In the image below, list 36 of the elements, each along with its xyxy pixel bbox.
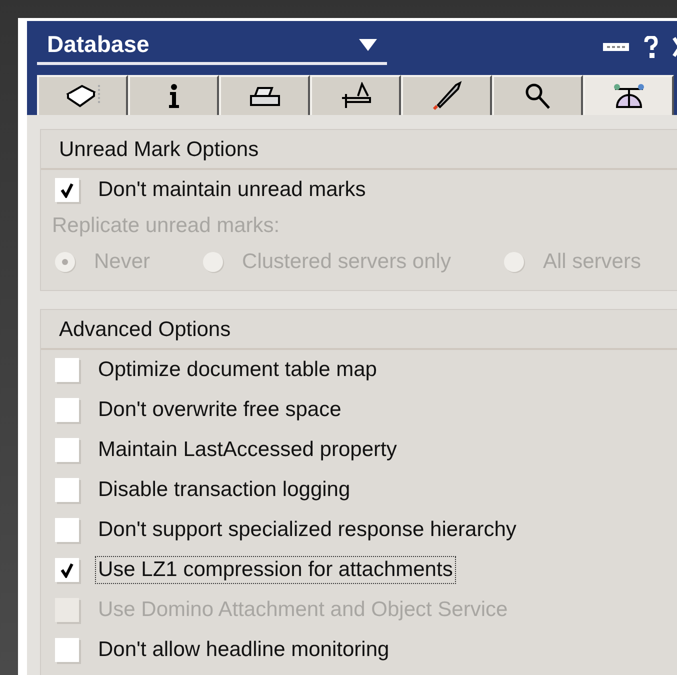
- checkbox-label[interactable]: Maintain LastAccessed property: [95, 436, 400, 464]
- minimize-icon[interactable]: [602, 42, 630, 52]
- checkbox[interactable]: [55, 398, 79, 422]
- tab[interactable]: [583, 75, 674, 115]
- checkbox[interactable]: [55, 438, 79, 462]
- checkbox-label[interactable]: Disable transaction logging: [95, 476, 354, 504]
- checkbox-label[interactable]: Optimize document table map: [95, 356, 380, 384]
- checkbox[interactable]: [55, 638, 79, 662]
- checkbox[interactable]: [55, 518, 79, 542]
- tab[interactable]: [310, 75, 401, 115]
- group-header: Advanced Options: [41, 310, 677, 350]
- check-icon: [60, 182, 74, 198]
- checkbox-label[interactable]: Don't maintain unread marks: [95, 176, 369, 204]
- check-icon: [60, 562, 74, 578]
- tab[interactable]: [37, 75, 128, 115]
- help-icon[interactable]: [644, 36, 658, 58]
- checkbox[interactable]: [55, 478, 79, 502]
- checkbox-label[interactable]: Don't overwrite free space: [95, 396, 344, 424]
- tab[interactable]: [492, 75, 583, 115]
- group-header: Unread Mark Options: [41, 130, 677, 170]
- dropdown-caret-icon: [359, 38, 377, 50]
- checkbox-label[interactable]: Don't allow headline monitoring: [95, 636, 392, 664]
- checkbox[interactable]: [55, 558, 79, 582]
- magnifier-icon: [524, 82, 550, 110]
- checkbox-label[interactable]: Use LZ1 compression for attachments: [95, 556, 456, 584]
- checkbox[interactable]: [55, 358, 79, 382]
- checkbox-label[interactable]: Don't support specialized response hierarchy: [95, 516, 520, 544]
- printer-icon: [248, 86, 280, 106]
- tab[interactable]: [219, 75, 310, 115]
- pencil-icon: [432, 81, 462, 111]
- checkbox[interactable]: [55, 178, 79, 202]
- info-icon: [168, 83, 180, 109]
- scale-icon: [612, 83, 644, 109]
- tab[interactable]: [128, 75, 219, 115]
- tab[interactable]: [401, 75, 492, 115]
- drafting-icon: [340, 82, 372, 110]
